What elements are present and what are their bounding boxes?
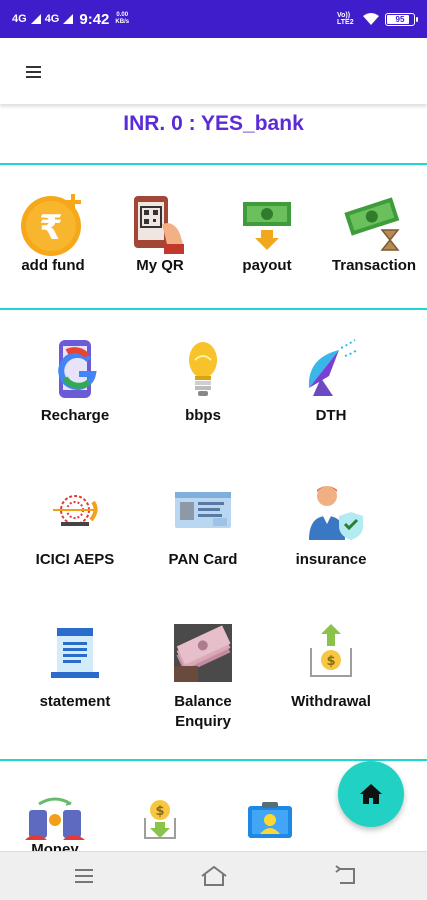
- status-right: Vo)) LTE2 95: [337, 12, 418, 26]
- signal-icon: [30, 14, 41, 24]
- dth-button[interactable]: DTH: [286, 338, 376, 426]
- bulb-icon: [189, 342, 217, 396]
- pan-card-button[interactable]: PAN Card: [158, 482, 248, 570]
- recents-menu-icon[interactable]: [74, 865, 94, 887]
- back-nav-icon[interactable]: [334, 865, 356, 887]
- statement-icon: [51, 628, 99, 678]
- money-transfer-icon: [25, 797, 85, 840]
- clock: 9:42: [79, 10, 110, 28]
- my-qr-button[interactable]: My QR: [122, 190, 198, 276]
- battery-icon: 95: [385, 12, 418, 26]
- menu-icon[interactable]: [26, 66, 41, 78]
- network-1-indicator: 4G: [12, 13, 27, 25]
- my-qr-label: My QR: [136, 257, 184, 274]
- balance-enquiry-label-line1: Balance: [174, 693, 232, 710]
- bbps-label: bbps: [185, 407, 221, 424]
- status-bar: 4G 4G 9:42 0.00 KB/s Vo)) LTE2 95: [0, 0, 427, 38]
- speed-unit: KB/s: [115, 19, 130, 25]
- withdrawal-button[interactable]: $ Withdrawal: [286, 622, 376, 712]
- balance-enquiry-label-line2: Enquiry: [175, 713, 231, 730]
- money-label: Money: [31, 841, 79, 852]
- cash-hourglass-icon: [344, 197, 400, 251]
- transaction-label: Transaction: [331, 257, 417, 274]
- dth-label: DTH: [315, 407, 347, 424]
- pan-card-icon: [175, 492, 231, 528]
- network-speed: 0.00 KB/s: [115, 12, 129, 26]
- qr-phone-icon: [134, 196, 184, 254]
- cash-payout-icon: [243, 202, 291, 250]
- icici-aeps-label: ICICI AEPS: [35, 551, 115, 568]
- home-nav-icon[interactable]: [200, 865, 228, 887]
- insurance-button[interactable]: insurance: [286, 482, 376, 570]
- withdrawal-icon: $: [310, 624, 352, 677]
- aadhaar-icon: [53, 495, 98, 526]
- divider: [0, 163, 427, 165]
- network-2-indicator: 4G: [44, 13, 60, 25]
- phone-recharge-icon: [58, 340, 97, 398]
- divider: [0, 759, 427, 761]
- app-bar: [0, 38, 427, 104]
- wifi-icon: [363, 13, 379, 25]
- insurance-label: insurance: [295, 551, 367, 568]
- payout-box-button[interactable]: $: [130, 796, 190, 851]
- payout-label: payout: [242, 257, 292, 274]
- bbps-button[interactable]: bbps: [158, 338, 248, 426]
- transaction-button[interactable]: Transaction: [326, 190, 422, 276]
- system-nav-bar: [0, 851, 427, 900]
- icici-aeps-button[interactable]: ICICI AEPS: [28, 482, 122, 570]
- id-card-icon: [248, 802, 292, 838]
- divider: [0, 308, 427, 310]
- cash-stack-photo-icon: [174, 624, 232, 682]
- payout-button[interactable]: payout: [229, 190, 305, 276]
- home-icon: [360, 784, 382, 804]
- insurance-person-icon: [309, 486, 363, 540]
- signal-icon: [63, 14, 74, 24]
- svg-text:$: $: [326, 654, 335, 669]
- quick-actions-row: ₹ add fund My QR payout Transaction: [0, 190, 427, 290]
- balance-enquiry-button[interactable]: Balance Enquiry: [158, 622, 248, 732]
- add-fund-label: add fund: [21, 257, 85, 274]
- id-card-button[interactable]: [238, 800, 302, 851]
- svg-text:$: $: [155, 804, 164, 819]
- rupee-add-icon: ₹: [21, 194, 81, 256]
- svg-text:₹: ₹: [39, 208, 63, 248]
- satellite-dish-icon: [308, 339, 358, 396]
- payout-box-icon: $: [144, 800, 176, 839]
- withdrawal-label: Withdrawal: [291, 693, 371, 710]
- balance-enquiry-label: Balance Enquiry: [158, 692, 248, 732]
- volte-indicator: Vo)) LTE2: [337, 12, 354, 26]
- home-fab-button[interactable]: [338, 761, 404, 827]
- battery-level: 95: [395, 14, 405, 24]
- recharge-label: Recharge: [40, 407, 110, 424]
- statement-label: statement: [39, 693, 111, 710]
- statement-button[interactable]: statement: [30, 622, 120, 712]
- status-left: 4G 4G 9:42 0.00 KB/s: [12, 11, 129, 28]
- recharge-button[interactable]: Recharge: [30, 338, 120, 426]
- add-fund-button[interactable]: ₹ add fund: [15, 190, 91, 276]
- wallet-balance: INR. 0 : YES_bank: [123, 112, 304, 135]
- money-transfer-button[interactable]: Money: [20, 796, 90, 851]
- speed-value: 0.00: [116, 12, 129, 18]
- pan-card-label: PAN Card: [168, 551, 238, 568]
